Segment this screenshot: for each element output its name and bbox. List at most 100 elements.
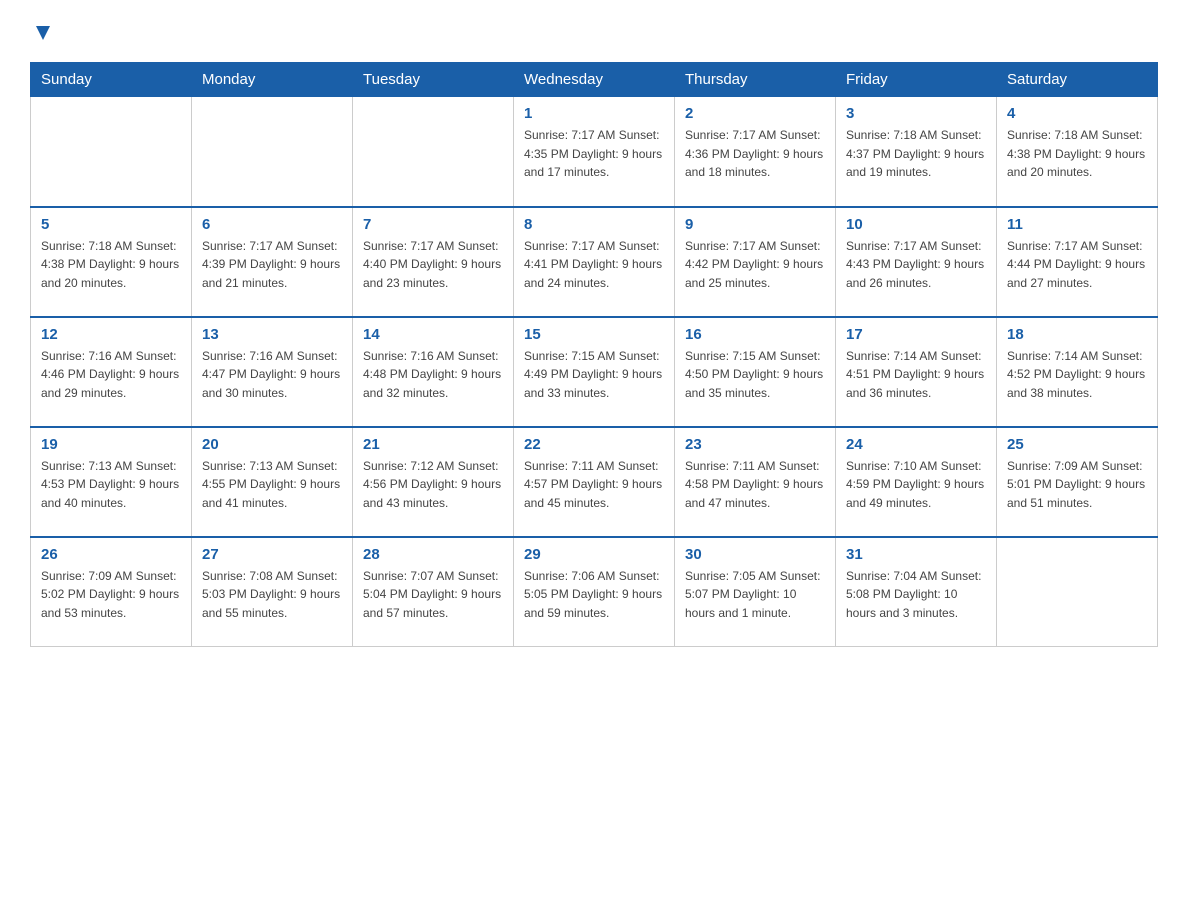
calendar-day-cell: 30 Sunrise: 7:05 AM Sunset: 5:07 PM Dayli… (675, 537, 836, 647)
column-header-monday: Monday (192, 63, 353, 97)
calendar-day-cell: 20Sunrise: 7:13 AM Sunset: 4:55 PM Dayli… (192, 427, 353, 537)
calendar-day-cell: 7 Sunrise: 7:17 AM Sunset: 4:40 PM Daylig… (353, 207, 514, 317)
day-number: 3 (846, 105, 986, 122)
calendar-day-cell: 31Sunrise: 7:04 AM Sunset: 5:08 PM Dayli… (836, 537, 997, 647)
day-number: 12 (41, 326, 181, 343)
column-header-friday: Friday (836, 63, 997, 97)
calendar-day-cell: 25 Sunrise: 7:09 AM Sunset: 5:01 PM Dayli… (997, 427, 1158, 537)
day-number: 7 (363, 216, 503, 233)
calendar-week-row: 19Sunrise: 7:13 AM Sunset: 4:53 PM Dayli… (31, 427, 1158, 537)
calendar-header-row: SundayMondayTuesdayWednesdayThursdayFrid… (31, 63, 1158, 97)
day-info: Sunrise: 7:09 AM Sunset: 5:02 PM Dayligh… (41, 567, 181, 623)
calendar-day-cell: 2 Sunrise: 7:17 AM Sunset: 4:36 PM Daylig… (675, 97, 836, 207)
calendar-day-cell: 29Sunrise: 7:06 AM Sunset: 5:05 PM Dayli… (514, 537, 675, 647)
calendar-day-cell: 1 Sunrise: 7:17 AM Sunset: 4:35 PM Daylig… (514, 97, 675, 207)
day-number: 15 (524, 326, 664, 343)
day-number: 18 (1007, 326, 1147, 343)
calendar-day-cell: 19Sunrise: 7:13 AM Sunset: 4:53 PM Dayli… (31, 427, 192, 537)
day-info: Sunrise: 7:14 AM Sunset: 4:51 PM Dayligh… (846, 347, 986, 403)
calendar-day-cell: 10 Sunrise: 7:17 AM Sunset: 4:43 PM Dayli… (836, 207, 997, 317)
day-info: Sunrise: 7:17 AM Sunset: 4:40 PM Dayligh… (363, 237, 503, 293)
calendar-day-cell: 27 Sunrise: 7:08 AM Sunset: 5:03 PM Dayli… (192, 537, 353, 647)
day-number: 11 (1007, 216, 1147, 233)
day-info: Sunrise: 7:17 AM Sunset: 4:35 PM Dayligh… (524, 126, 664, 182)
calendar-day-cell: 15 Sunrise: 7:15 AM Sunset: 4:49 PM Dayli… (514, 317, 675, 427)
day-number: 8 (524, 216, 664, 233)
calendar-day-cell: 13 Sunrise: 7:16 AM Sunset: 4:47 PM Dayli… (192, 317, 353, 427)
calendar-day-cell (997, 537, 1158, 647)
day-number: 16 (685, 326, 825, 343)
column-header-saturday: Saturday (997, 63, 1158, 97)
day-info: Sunrise: 7:06 AM Sunset: 5:05 PM Dayligh… (524, 567, 664, 623)
calendar-week-row: 1 Sunrise: 7:17 AM Sunset: 4:35 PM Daylig… (31, 97, 1158, 207)
day-info: Sunrise: 7:16 AM Sunset: 4:46 PM Dayligh… (41, 347, 181, 403)
calendar-day-cell: 18 Sunrise: 7:14 AM Sunset: 4:52 PM Dayli… (997, 317, 1158, 427)
day-info: Sunrise: 7:18 AM Sunset: 4:37 PM Dayligh… (846, 126, 986, 182)
calendar-day-cell: 12 Sunrise: 7:16 AM Sunset: 4:46 PM Dayli… (31, 317, 192, 427)
page-header (30, 20, 1158, 44)
day-info: Sunrise: 7:05 AM Sunset: 5:07 PM Dayligh… (685, 567, 825, 623)
calendar-day-cell: 23 Sunrise: 7:11 AM Sunset: 4:58 PM Dayli… (675, 427, 836, 537)
day-number: 21 (363, 436, 503, 453)
day-info: Sunrise: 7:11 AM Sunset: 4:58 PM Dayligh… (685, 457, 825, 513)
day-info: Sunrise: 7:14 AM Sunset: 4:52 PM Dayligh… (1007, 347, 1147, 403)
day-number: 17 (846, 326, 986, 343)
day-info: Sunrise: 7:16 AM Sunset: 4:48 PM Dayligh… (363, 347, 503, 403)
day-number: 28 (363, 546, 503, 563)
calendar-day-cell (192, 97, 353, 207)
day-number: 22 (524, 436, 664, 453)
calendar-day-cell: 8 Sunrise: 7:17 AM Sunset: 4:41 PM Daylig… (514, 207, 675, 317)
calendar-day-cell (353, 97, 514, 207)
day-number: 27 (202, 546, 342, 563)
column-header-wednesday: Wednesday (514, 63, 675, 97)
calendar-week-row: 26 Sunrise: 7:09 AM Sunset: 5:02 PM Dayli… (31, 537, 1158, 647)
day-info: Sunrise: 7:04 AM Sunset: 5:08 PM Dayligh… (846, 567, 986, 623)
calendar-week-row: 12 Sunrise: 7:16 AM Sunset: 4:46 PM Dayli… (31, 317, 1158, 427)
day-info: Sunrise: 7:17 AM Sunset: 4:44 PM Dayligh… (1007, 237, 1147, 293)
calendar-day-cell: 5 Sunrise: 7:18 AM Sunset: 4:38 PM Daylig… (31, 207, 192, 317)
day-number: 23 (685, 436, 825, 453)
day-number: 30 (685, 546, 825, 563)
day-number: 4 (1007, 105, 1147, 122)
calendar-day-cell: 6 Sunrise: 7:17 AM Sunset: 4:39 PM Daylig… (192, 207, 353, 317)
day-number: 20 (202, 436, 342, 453)
day-number: 2 (685, 105, 825, 122)
day-info: Sunrise: 7:15 AM Sunset: 4:49 PM Dayligh… (524, 347, 664, 403)
day-number: 10 (846, 216, 986, 233)
day-number: 24 (846, 436, 986, 453)
day-info: Sunrise: 7:18 AM Sunset: 4:38 PM Dayligh… (1007, 126, 1147, 182)
day-info: Sunrise: 7:09 AM Sunset: 5:01 PM Dayligh… (1007, 457, 1147, 513)
day-info: Sunrise: 7:18 AM Sunset: 4:38 PM Dayligh… (41, 237, 181, 293)
calendar-day-cell: 9 Sunrise: 7:17 AM Sunset: 4:42 PM Daylig… (675, 207, 836, 317)
day-number: 25 (1007, 436, 1147, 453)
calendar-day-cell: 4 Sunrise: 7:18 AM Sunset: 4:38 PM Daylig… (997, 97, 1158, 207)
day-info: Sunrise: 7:17 AM Sunset: 4:36 PM Dayligh… (685, 126, 825, 182)
calendar-day-cell: 21Sunrise: 7:12 AM Sunset: 4:56 PM Dayli… (353, 427, 514, 537)
day-number: 13 (202, 326, 342, 343)
column-header-sunday: Sunday (31, 63, 192, 97)
day-info: Sunrise: 7:10 AM Sunset: 4:59 PM Dayligh… (846, 457, 986, 513)
day-info: Sunrise: 7:17 AM Sunset: 4:43 PM Dayligh… (846, 237, 986, 293)
logo-icon (30, 20, 54, 44)
calendar-day-cell: 14 Sunrise: 7:16 AM Sunset: 4:48 PM Dayli… (353, 317, 514, 427)
calendar-week-row: 5 Sunrise: 7:18 AM Sunset: 4:38 PM Daylig… (31, 207, 1158, 317)
calendar-day-cell: 26 Sunrise: 7:09 AM Sunset: 5:02 PM Dayli… (31, 537, 192, 647)
day-info: Sunrise: 7:17 AM Sunset: 4:42 PM Dayligh… (685, 237, 825, 293)
calendar-day-cell: 22Sunrise: 7:11 AM Sunset: 4:57 PM Dayli… (514, 427, 675, 537)
logo-triangle-icon (32, 22, 54, 44)
logo (30, 20, 54, 44)
calendar-day-cell: 11 Sunrise: 7:17 AM Sunset: 4:44 PM Dayli… (997, 207, 1158, 317)
day-number: 14 (363, 326, 503, 343)
day-number: 9 (685, 216, 825, 233)
day-info: Sunrise: 7:16 AM Sunset: 4:47 PM Dayligh… (202, 347, 342, 403)
day-number: 6 (202, 216, 342, 233)
day-info: Sunrise: 7:08 AM Sunset: 5:03 PM Dayligh… (202, 567, 342, 623)
calendar-table: SundayMondayTuesdayWednesdayThursdayFrid… (30, 62, 1158, 647)
calendar-day-cell: 28Sunrise: 7:07 AM Sunset: 5:04 PM Dayli… (353, 537, 514, 647)
day-info: Sunrise: 7:17 AM Sunset: 4:39 PM Dayligh… (202, 237, 342, 293)
calendar-day-cell: 24 Sunrise: 7:10 AM Sunset: 4:59 PM Dayli… (836, 427, 997, 537)
day-number: 5 (41, 216, 181, 233)
day-number: 1 (524, 105, 664, 122)
day-number: 26 (41, 546, 181, 563)
day-info: Sunrise: 7:17 AM Sunset: 4:41 PM Dayligh… (524, 237, 664, 293)
